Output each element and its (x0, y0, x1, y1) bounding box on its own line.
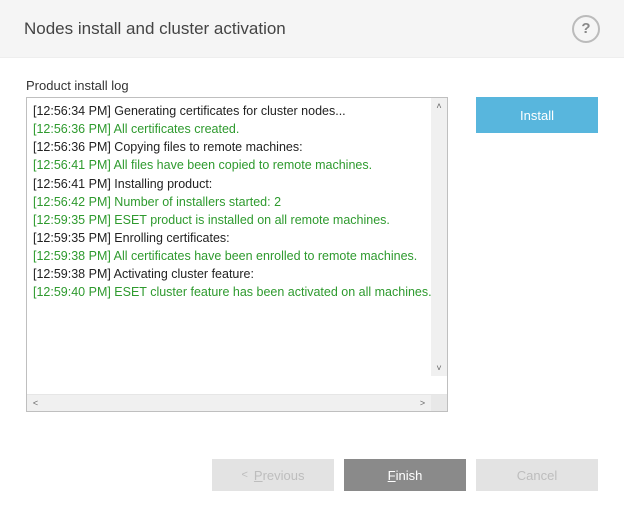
log-line: [12:56:41 PM] All files have been copied… (33, 156, 441, 174)
finish-button[interactable]: Finish (344, 459, 466, 491)
install-log[interactable]: [12:56:34 PM] Generating certificates fo… (27, 98, 447, 394)
log-line: [12:59:38 PM] Activating cluster feature… (33, 265, 441, 283)
help-button[interactable]: ? (572, 15, 600, 43)
log-line: [12:59:35 PM] ESET product is installed … (33, 211, 441, 229)
wizard-title: Nodes install and cluster activation (24, 19, 286, 39)
wizard-header: Nodes install and cluster activation ? (0, 0, 624, 58)
scroll-right-icon[interactable]: > (414, 395, 431, 412)
log-line: [12:59:35 PM] Enrolling certificates: (33, 229, 441, 247)
scroll-left-icon[interactable]: < (27, 395, 44, 412)
vertical-scrollbar[interactable]: ˄ ˅ (431, 98, 447, 376)
scroll-corner (431, 395, 447, 411)
cancel-button-label: Cancel (517, 468, 557, 483)
log-line: [12:56:42 PM] Number of installers start… (33, 193, 441, 211)
cancel-button: Cancel (476, 459, 598, 491)
help-icon: ? (581, 20, 590, 37)
log-line: [12:56:34 PM] Generating certificates fo… (33, 102, 441, 120)
wizard-footer: < Previous Finish Cancel (0, 459, 624, 491)
install-log-box: [12:56:34 PM] Generating certificates fo… (26, 97, 448, 412)
log-line: [12:56:36 PM] Copying files to remote ma… (33, 138, 441, 156)
finish-button-label: Finish (388, 468, 423, 483)
chevron-left-icon: < (241, 469, 247, 481)
horizontal-scrollbar[interactable]: < > (27, 394, 447, 411)
scroll-track[interactable] (44, 395, 414, 411)
previous-button: < Previous (212, 459, 334, 491)
previous-button-label: Previous (254, 468, 305, 483)
log-line: [12:59:38 PM] All certificates have been… (33, 247, 441, 265)
log-line: [12:56:41 PM] Installing product: (33, 175, 441, 193)
log-section-label: Product install log (26, 78, 448, 93)
log-line: [12:59:40 PM] ESET cluster feature has b… (33, 283, 441, 301)
scroll-down-icon[interactable]: ˅ (431, 360, 447, 376)
install-button-label: Install (520, 108, 554, 123)
install-button[interactable]: Install (476, 97, 598, 133)
scroll-up-icon[interactable]: ˄ (431, 98, 447, 114)
log-line: [12:56:36 PM] All certificates created. (33, 120, 441, 138)
